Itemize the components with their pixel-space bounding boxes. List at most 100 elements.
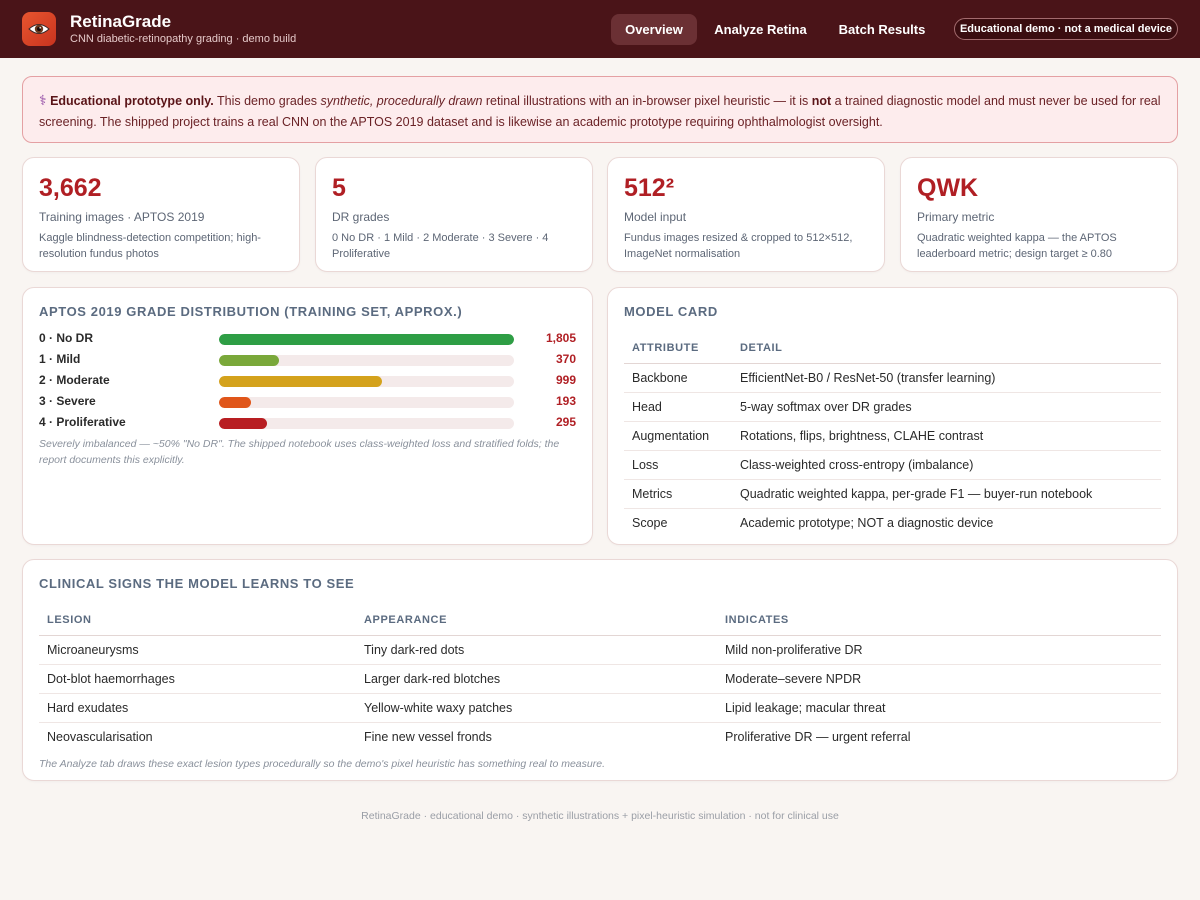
grade-distribution-card: APTOS 2019 grade distribution (training … (22, 287, 593, 545)
attribute-cell: Backbone (624, 363, 732, 393)
distribution-bars: 0 · No DR 1,805 1 · Mild 370 2 · Moderate 999… (39, 328, 576, 433)
appearance-cell: Larger dark-red blotches (356, 664, 717, 694)
detail-cell: 5-way softmax over DR grades (732, 392, 1161, 422)
attribute-cell: Augmentation (624, 421, 732, 451)
stat-card-primary-metric: QWK Primary metric Quadratic weighted ka… (900, 157, 1178, 272)
grade-bar-fill (219, 418, 268, 429)
stat-value: 3,662 (39, 174, 102, 202)
column-header-detail: Detail (732, 334, 1161, 364)
stat-card-model-input: 512² Model input Fundus images resized &… (607, 157, 885, 272)
distribution-title: APTOS 2019 grade distribution (training … (39, 304, 463, 319)
table-row: Backbone EfficientNet-B0 / ResNet-50 (tra… (624, 363, 1161, 393)
clinical-signs-title: Clinical signs the model learns to see (39, 576, 355, 591)
grade-count: 1,805 (545, 331, 576, 345)
top-bar: RetinaGrade CNN diabetic-retinopathy gra… (0, 0, 1200, 58)
disclaimer-badge: Educational demo · not a medical device (954, 18, 1178, 40)
stat-description: Quadratic weighted kappa — the APTOS lea… (917, 232, 1117, 260)
table-row: Microaneurysms Tiny dark-red dots Mild non… (39, 635, 1161, 665)
grade-label: 1 · Mild (39, 352, 81, 366)
distribution-note: Severely imbalanced — ~50% "No DR". The … (39, 438, 560, 466)
warning-text-1: This demo grades (213, 94, 321, 108)
attribute-cell: Loss (624, 450, 732, 480)
grade-bar-track (219, 376, 514, 387)
grade-count: 999 (555, 373, 576, 387)
stat-card-training-images: 3,662 Training images · APTOS 2019 Kaggl… (22, 157, 300, 272)
table-row: Hard exudates Yellow-white waxy patches Li… (39, 693, 1161, 723)
detail-cell: Class-weighted cross-entropy (imbalance) (732, 450, 1161, 480)
lesion-cell: Dot-blot haemorrhages (39, 664, 356, 694)
lesion-cell: Microaneurysms (39, 635, 356, 665)
distribution-row: 2 · Moderate 999 (39, 370, 576, 391)
table-row: Scope Academic prototype; NOT a diagnosti… (624, 508, 1161, 537)
model-card-table: Attribute Detail Backbone EfficientNet-B0… (624, 334, 1161, 537)
distribution-row: 1 · Mild 370 (39, 349, 576, 370)
warning-text-2: retinal illustrations with an in-browser… (482, 94, 812, 108)
brand-subtitle: CNN diabetic-retinopathy grading · demo … (70, 33, 297, 45)
stat-label: DR grades (332, 210, 390, 224)
indicates-cell: Proliferative DR — urgent referral (725, 729, 911, 744)
stat-description: 0 No DR · 1 Mild · 2 Moderate · 3 Severe… (332, 232, 549, 260)
grade-label: 3 · Severe (39, 394, 96, 408)
warning-strong-text: Educational prototype only. (50, 94, 214, 108)
grade-bar-fill (219, 397, 251, 408)
column-header-attribute: Attribute (624, 334, 732, 364)
table-row: Augmentation Rotations, flips, brightness… (624, 421, 1161, 451)
stat-description: Kaggle blindness-detection competition; … (39, 232, 261, 260)
grade-label: 4 · Proliferative (39, 415, 126, 429)
eye-logo-icon (22, 12, 56, 46)
detail-cell: EfficientNet-B0 / ResNet-50 (transfer le… (732, 363, 1161, 393)
tab-batch-results[interactable]: Batch Results (826, 14, 938, 45)
stat-label: Training images · APTOS 2019 (39, 210, 205, 224)
table-row: Head 5-way softmax over DR grades (624, 392, 1161, 422)
lesion-cell: Hard exudates (39, 693, 356, 723)
footer-text: RetinaGrade · educational demo · synthet… (361, 810, 839, 822)
attribute-cell: Head (624, 392, 732, 422)
detail-cell: Academic prototype; NOT a diagnostic dev… (740, 515, 994, 530)
stat-description: Fundus images resized & cropped to 512×5… (624, 232, 853, 260)
clinical-signs-table: Lesion Appearance Indicates Microaneurys… (39, 606, 1161, 751)
table-row: Metrics Quadratic weighted kappa, per-gra… (624, 479, 1161, 509)
indicates-cell: Moderate–severe NPDR (717, 664, 1161, 694)
grade-bar-track (219, 355, 514, 366)
distribution-row: 3 · Severe 193 (39, 391, 576, 412)
detail-cell: Rotations, flips, brightness, CLAHE cont… (732, 421, 1161, 451)
column-header-indicates: Indicates (717, 606, 1161, 636)
lesion-cell: Neovascularisation (47, 729, 153, 744)
indicates-cell: Lipid leakage; macular threat (717, 693, 1161, 723)
stat-label: Model input (624, 210, 687, 224)
grade-bar-track (219, 418, 514, 429)
table-row: Neovascularisation Fine new vessel fronds… (39, 722, 1161, 751)
column-header-lesion: Lesion (39, 606, 356, 636)
model-card: Model card Attribute Detail Backbone Effi… (607, 287, 1178, 545)
grade-bar-fill (219, 355, 280, 366)
grade-count: 193 (555, 394, 576, 408)
stat-value: 512² (624, 174, 675, 202)
medical-caduceus-icon: ⚕ (39, 92, 47, 108)
detail-cell: Quadratic weighted kappa, per-grade F1 —… (732, 479, 1161, 509)
tab-overview[interactable]: Overview (611, 14, 697, 45)
appearance-cell: Tiny dark-red dots (356, 635, 717, 665)
grade-bar-track (219, 397, 514, 408)
warning-not-text: not (811, 94, 832, 108)
table-row: Dot-blot haemorrhages Larger dark-red blo… (39, 664, 1161, 694)
stat-value: QWK (917, 174, 979, 202)
attribute-cell: Metrics (624, 479, 732, 509)
clinical-signs-card: Clinical signs the model learns to see L… (22, 559, 1178, 781)
grade-bar-track (219, 334, 514, 345)
clinical-signs-note: The Analyze tab draws these exact lesion… (39, 758, 605, 770)
grade-label: 2 · Moderate (39, 373, 110, 387)
stat-value: 5 (332, 174, 346, 202)
warning-emphasis-text: synthetic, procedurally drawn (320, 94, 483, 108)
distribution-row: 0 · No DR 1,805 (39, 328, 576, 349)
stat-label: Primary metric (917, 210, 995, 224)
tab-analyze-retina[interactable]: Analyze Retina (703, 14, 818, 45)
table-row: Loss Class-weighted cross-entropy (imbala… (624, 450, 1161, 480)
grade-label: 0 · No DR (39, 331, 93, 345)
indicates-cell: Mild non-proliferative DR (717, 635, 1161, 665)
attribute-cell: Scope (632, 515, 668, 530)
brand-title: RetinaGrade (70, 12, 172, 31)
grade-count: 295 (555, 415, 576, 429)
model-card-title: Model card (624, 304, 718, 319)
appearance-cell: Fine new vessel fronds (364, 729, 492, 744)
grade-bar-fill (219, 376, 383, 387)
